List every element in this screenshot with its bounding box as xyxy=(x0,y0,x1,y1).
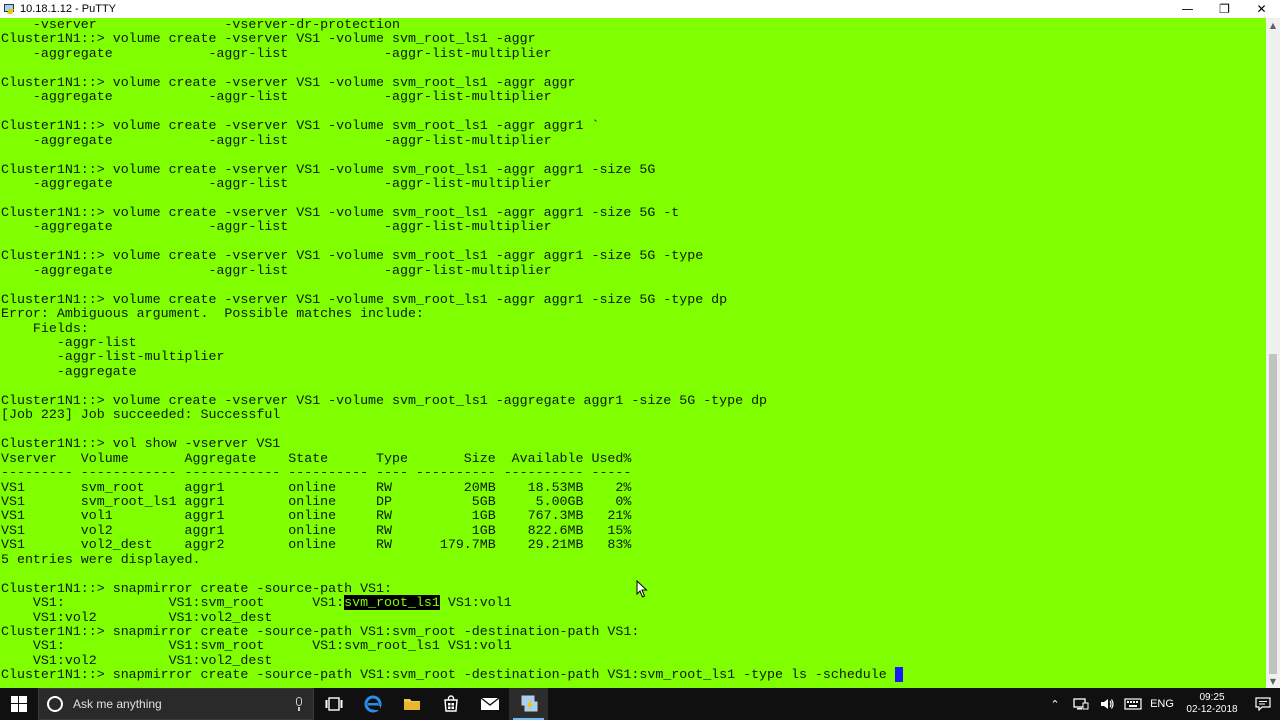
clock-time: 09:25 xyxy=(1199,692,1225,703)
folder-icon xyxy=(403,699,420,710)
network-icon[interactable] xyxy=(1068,697,1094,711)
cortana-icon xyxy=(47,696,63,712)
taskbar-search-box[interactable]: Ask me anything xyxy=(38,688,314,720)
scrollbar-thumb[interactable] xyxy=(1269,354,1277,674)
edge-icon xyxy=(364,695,381,713)
microphone-icon[interactable] xyxy=(295,697,303,711)
search-placeholder: Ask me anything xyxy=(73,697,162,711)
taskbar-file-explorer[interactable] xyxy=(392,688,431,720)
scroll-down-arrow-icon[interactable]: ▼ xyxy=(1266,674,1280,688)
close-button[interactable]: ✕ xyxy=(1243,0,1280,18)
system-tray: ⌃ ENG 09:25 02-12-2018 xyxy=(1042,688,1280,720)
windows-logo-icon xyxy=(11,696,27,712)
show-hidden-icons-chevron-icon[interactable]: ⌃ xyxy=(1042,698,1068,711)
volume-icon[interactable] xyxy=(1094,697,1120,711)
restore-button[interactable]: ❐ xyxy=(1206,0,1243,18)
mouse-pointer-icon xyxy=(636,580,648,598)
taskbar: Ask me anything ⌃ ENG 09:25 02-12-2018 xyxy=(0,688,1280,720)
putty-icon xyxy=(521,695,537,712)
terminal-cursor xyxy=(894,667,903,683)
action-center-button[interactable] xyxy=(1246,697,1280,711)
store-icon xyxy=(443,695,458,712)
minimize-button[interactable]: — xyxy=(1169,0,1206,18)
taskbar-putty[interactable] xyxy=(509,688,548,720)
task-view-icon xyxy=(325,697,342,711)
start-button[interactable] xyxy=(0,688,38,720)
window-title: 10.18.1.12 - PuTTY xyxy=(20,3,116,15)
notification-icon xyxy=(1255,697,1271,711)
taskbar-task-view[interactable] xyxy=(314,688,353,720)
terminal-text-before: -vserver -vserver-dr-protection Cluster1… xyxy=(1,18,768,611)
taskbar-mail[interactable] xyxy=(470,688,509,720)
terminal-output: -vserver -vserver-dr-protection Cluster1… xyxy=(0,18,1266,683)
mail-icon xyxy=(480,697,499,710)
taskbar-store[interactable] xyxy=(431,688,470,720)
scroll-up-arrow-icon[interactable]: ▲ xyxy=(1266,18,1280,32)
terminal-selection: svm_root_ls1 xyxy=(344,595,440,611)
putty-app-icon[interactable] xyxy=(3,3,15,15)
input-language[interactable]: ENG xyxy=(1146,698,1178,710)
keyboard-icon[interactable] xyxy=(1120,698,1146,710)
taskbar-edge[interactable] xyxy=(353,688,392,720)
system-clock[interactable]: 09:25 02-12-2018 xyxy=(1178,692,1246,716)
window-titlebar[interactable]: 10.18.1.12 - PuTTY — ❐ ✕ xyxy=(0,0,1280,18)
vertical-scrollbar[interactable]: ▲ ▼ xyxy=(1266,18,1280,688)
terminal-area[interactable]: -vserver -vserver-dr-protection Cluster1… xyxy=(0,18,1266,688)
clock-date: 02-12-2018 xyxy=(1186,704,1238,715)
